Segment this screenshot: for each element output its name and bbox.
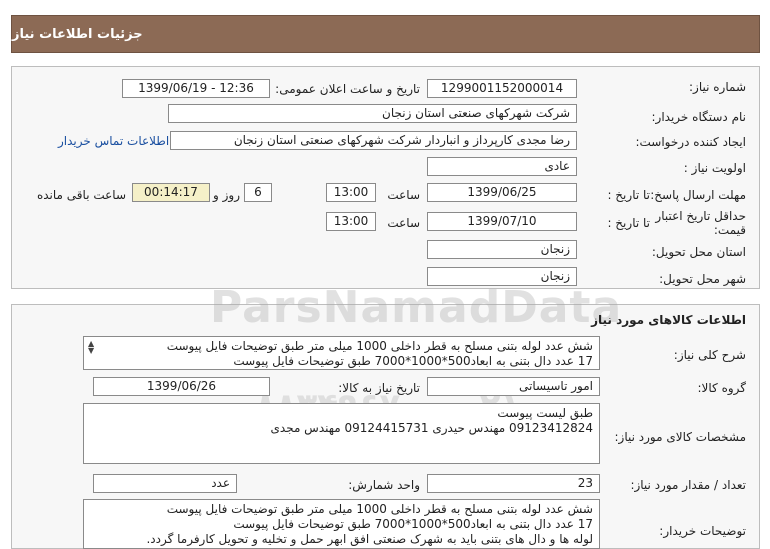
- validity-label: حداقل تاریخ اعتبار قیمت:: [655, 209, 746, 237]
- deadline-label: مهلت ارسال پاسخ:: [650, 188, 746, 202]
- specs-line: طبق لیست پیوست: [497, 406, 593, 420]
- summary-label: شرح کلی نیاز:: [673, 348, 746, 362]
- buyer-org-field: شرکت شهرکهای صنعتی استان زنجان: [168, 104, 577, 123]
- buyer-contact-link[interactable]: اطلاعات تماس خریدار: [58, 134, 169, 148]
- page-header: جزئیات اطلاعات نیاز: [11, 15, 760, 53]
- priority-label: اولویت نیاز :: [683, 161, 746, 175]
- need-date-label: تاریخ نیاز به کالا:: [338, 381, 420, 395]
- announce-label: تاریخ و ساعت اعلان عمومی:: [275, 82, 420, 96]
- need-date-field: 1399/06/26: [93, 377, 270, 396]
- deadline-time-field: 13:00: [326, 183, 376, 202]
- remaining-timer: 00:14:17: [132, 183, 210, 202]
- buyer-notes-label: توضیحات خریدار:: [659, 524, 746, 538]
- buyer-notes-line: 17 عدد دال بتنی به ابعاد500*1000*7000 طب…: [233, 517, 593, 531]
- announce-field: 1399/06/19 - 12:36: [122, 79, 270, 98]
- buyer-notes-line: شش عدد لوله بتنی مسلح به قطر داخلی 1000 …: [166, 502, 593, 516]
- days-label: روز و: [213, 188, 240, 202]
- deadline-date-field: 1399/06/25: [427, 183, 577, 202]
- summary-line: شش عدد لوله بتنی مسلح به قطر داخلی 1000 …: [166, 339, 593, 353]
- deadline-until-label: تا تاریخ :: [607, 188, 650, 202]
- creator-field: رضا مجدی کارپرداز و انباردار شرکت شهرکها…: [170, 131, 577, 150]
- validity-time-field: 13:00: [326, 212, 376, 231]
- remaining-label: ساعت باقی مانده: [36, 188, 126, 202]
- validity-until-label: تا تاریخ :: [607, 216, 650, 230]
- city-field: زنجان: [427, 267, 577, 286]
- group-label: گروه کالا:: [697, 381, 747, 395]
- group-field: امور تاسیساتی: [427, 377, 600, 396]
- validity-time-label: ساعت: [387, 216, 420, 230]
- need-number-label: شماره نیاز:: [689, 80, 746, 94]
- scroll-arrows-icon[interactable]: ▲ ▼: [88, 340, 94, 355]
- summary-field[interactable]: ▲ ▼ شش عدد لوله بتنی مسلح به قطر داخلی 10…: [83, 336, 600, 370]
- specs-label: مشخصات کالای مورد نیاز:: [614, 430, 746, 444]
- buyer-notes-field[interactable]: شش عدد لوله بتنی مسلح به قطر داخلی 1000 …: [83, 499, 600, 549]
- qty-label: تعداد / مقدار مورد نیاز:: [630, 478, 746, 492]
- goods-section-title: اطلاعات کالاهای مورد نیاز: [591, 313, 746, 327]
- summary-line: 17 عدد دال بتنی به ابعاد500*1000*7000 طب…: [233, 354, 593, 368]
- page-title: جزئیات اطلاعات نیاز: [12, 26, 143, 42]
- need-info-panel: [11, 66, 760, 289]
- days-field: 6: [244, 183, 272, 202]
- city-label: شهر محل تحویل:: [659, 272, 746, 286]
- unit-field: عدد: [93, 474, 237, 493]
- qty-field: 23: [427, 474, 600, 493]
- province-label: استان محل تحویل:: [651, 245, 746, 259]
- unit-label: واحد شمارش:: [348, 478, 420, 492]
- priority-field: عادی: [427, 157, 577, 176]
- creator-label: ایجاد کننده درخواست:: [635, 135, 746, 149]
- need-number-field: 1299001152000014: [427, 79, 577, 98]
- deadline-time-label: ساعت: [387, 188, 420, 202]
- validity-date-field: 1399/07/10: [427, 212, 577, 231]
- specs-line: 09123412824 مهندس حیدری 09124415731 مهند…: [270, 421, 594, 435]
- buyer-org-label: نام دستگاه خریدار:: [651, 110, 747, 124]
- specs-field[interactable]: طبق لیست پیوست 09123412824 مهندس حیدری 0…: [83, 403, 600, 464]
- province-field: زنجان: [427, 240, 577, 259]
